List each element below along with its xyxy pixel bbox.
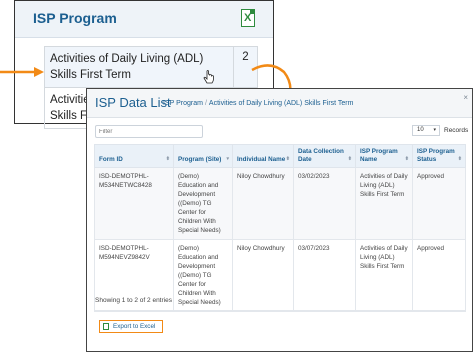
sort-icon: ⬍ (165, 156, 170, 162)
modal-title: ISP Data List (95, 95, 171, 110)
cell-program: (Demo) Education and Development ((Demo)… (173, 167, 233, 240)
export-to-excel-button[interactable]: Export to Excel (99, 320, 163, 333)
cell-individual: Niloy Chowdhury (232, 167, 294, 240)
cell-isp-program: Activities of Daily Living (ADL) Skills … (355, 239, 413, 312)
page-size-value: 10 (417, 127, 424, 133)
showing-entries-text: Showing 1 to 2 of 2 entries (95, 297, 172, 304)
breadcrumb: ISP Program / Activities of Daily Living (… (163, 100, 354, 107)
sort-icon: ⬍ (347, 156, 352, 162)
isp-data-list-modal: ISP Data List ISP Program / Activities of … (86, 88, 473, 352)
isp-program-header: ISP Program X (15, 1, 273, 38)
column-header-isp-program[interactable]: ISP Program Name ⬍ (355, 144, 413, 168)
sort-icon: ⬍ (404, 156, 409, 162)
column-header-form-id[interactable]: Form ID ⬍ (94, 144, 174, 168)
export-area: Export to Excel (95, 310, 465, 333)
isp-data-table: Form ID ⬍ Program (Site) ▾ Individual Name… (94, 144, 466, 312)
excel-icon (103, 323, 109, 330)
breadcrumb-item-program: Activities of Daily Living (ADL) Skills … (208, 100, 354, 107)
sort-icon: ⬍ (457, 156, 462, 162)
chevron-down-icon: ▾ (433, 127, 436, 133)
cell-isp-program: Activities of Daily Living (ADL) Skills … (355, 167, 413, 240)
filter-input[interactable] (95, 125, 203, 138)
column-header-status[interactable]: ISP Program Status ⬍ (412, 144, 466, 168)
column-header-date[interactable]: Data Collection Date ⬍ (293, 144, 356, 168)
cell-status: Approved (412, 239, 466, 312)
cell-form-id[interactable]: ISD-DEMOTPHL-M534NETWC8428 (94, 167, 174, 240)
export-label: Export to Excel (113, 323, 156, 330)
records-label: Records (444, 127, 469, 134)
sort-down-icon: ▾ (226, 156, 229, 162)
cell-individual: Niloy Chowdhury (232, 239, 294, 312)
column-header-program[interactable]: Program (Site) ▾ (173, 144, 233, 168)
page-size-select[interactable]: 10 ▾ (412, 125, 440, 136)
isp-program-title: ISP Program (33, 10, 117, 26)
cell-date: 03/07/2023 (293, 239, 356, 312)
cell-status: Approved (412, 167, 466, 240)
modal-header: ISP Data List ISP Program / Activities of … (87, 89, 472, 118)
cell-program: (Demo) Education and Development ((Demo)… (173, 239, 233, 312)
column-header-individual[interactable]: Individual Name ⬍ (232, 144, 294, 168)
pointer-arrow-icon (0, 67, 44, 77)
table-header-row: Form ID ⬍ Program (Site) ▾ Individual Name… (94, 144, 466, 168)
table-row[interactable]: ISD-DEMOTPHL-M534NETWC8428 (Demo) Educat… (94, 167, 466, 240)
program-row[interactable]: Activities of Daily Living (ADL) Skills … (44, 46, 258, 88)
cell-date: 03/02/2023 (293, 167, 356, 240)
excel-icon[interactable]: X (241, 9, 255, 27)
close-icon[interactable]: × (463, 93, 468, 102)
breadcrumb-item-isp-program[interactable]: ISP Program (163, 100, 203, 107)
sort-icon: ⬍ (285, 156, 290, 162)
hand-cursor-icon (203, 70, 214, 84)
